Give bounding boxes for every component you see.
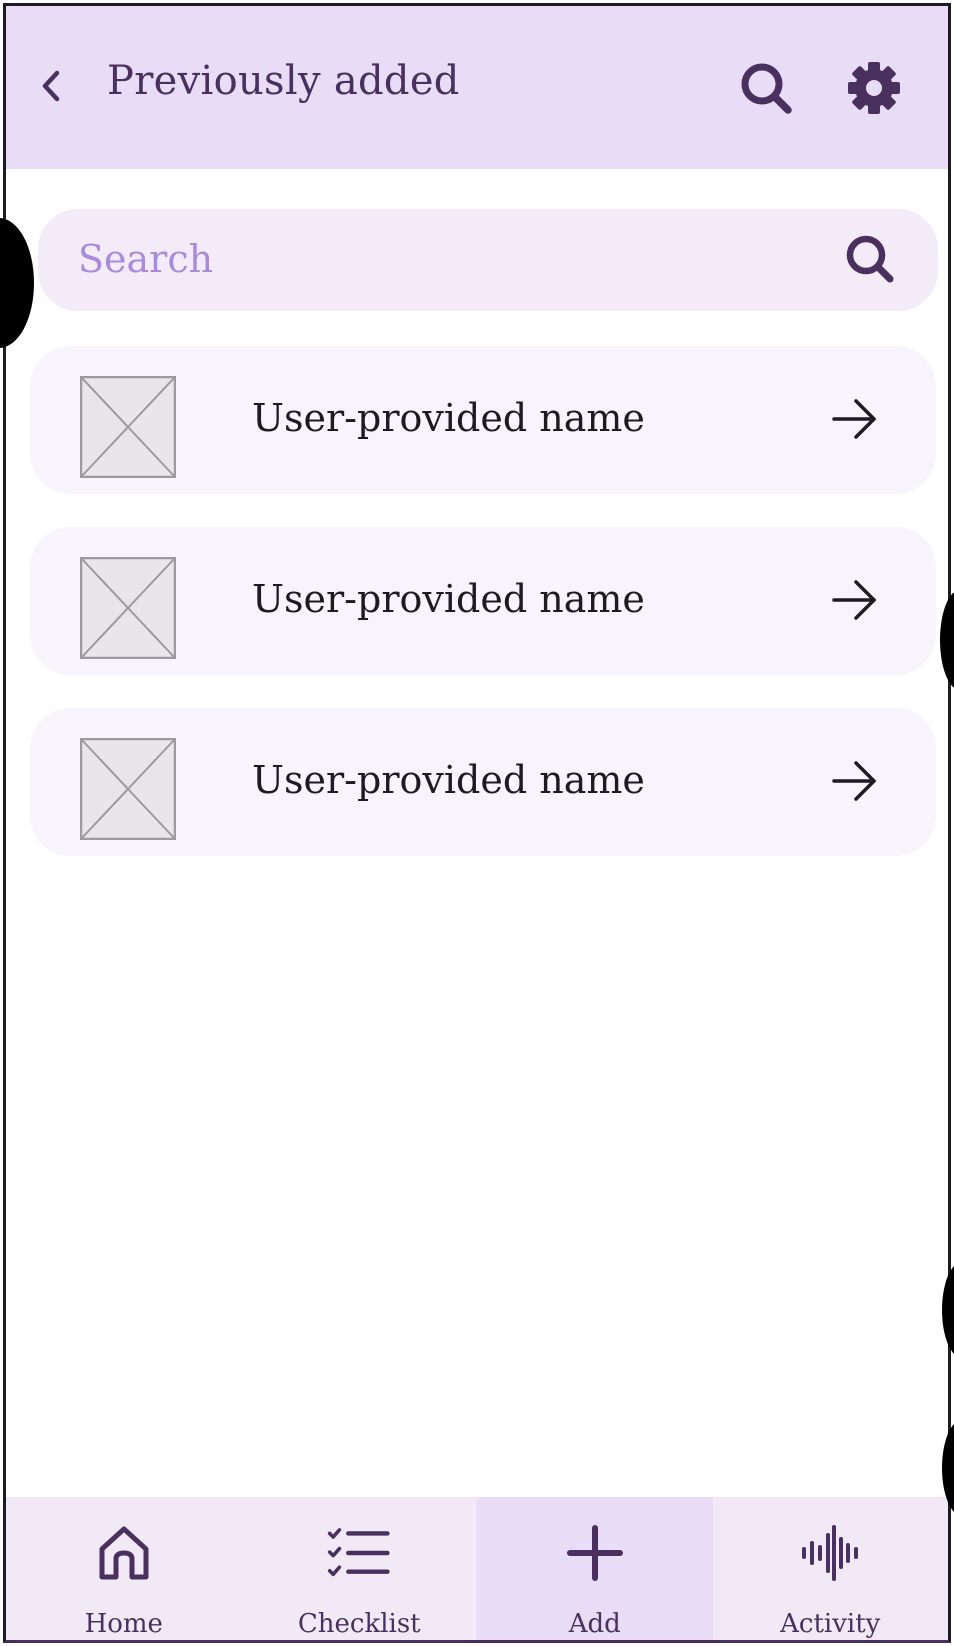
image-placeholder-icon xyxy=(80,738,176,840)
arrow-right-icon xyxy=(832,580,876,620)
app-bar: Previously added xyxy=(6,6,948,169)
chevron-left-icon xyxy=(42,70,60,102)
gear-icon xyxy=(848,62,900,114)
arrow-right-icon xyxy=(832,761,876,801)
image-placeholder-icon xyxy=(80,557,176,659)
back-button[interactable] xyxy=(28,62,76,110)
nav-item-home[interactable]: Home xyxy=(6,1497,242,1640)
image-placeholder-icon xyxy=(80,376,176,478)
list-item[interactable]: User-provided name xyxy=(30,708,936,856)
settings-button[interactable] xyxy=(842,56,906,120)
plus-icon xyxy=(566,1525,623,1581)
nav-label: Add xyxy=(568,1609,621,1639)
page-title: Previously added xyxy=(107,58,460,104)
list-item[interactable]: User-provided name xyxy=(30,346,936,494)
arrow-right-icon xyxy=(832,399,876,439)
audio-wave-icon xyxy=(802,1525,859,1581)
search-icon xyxy=(741,63,792,114)
search-bar[interactable] xyxy=(38,209,938,311)
nav-label: Home xyxy=(84,1609,163,1639)
search-icon xyxy=(846,235,894,283)
nav-item-checklist[interactable]: Checklist xyxy=(242,1497,478,1640)
previously-added-list: User-provided name User-provided name Us… xyxy=(30,346,938,889)
list-item[interactable]: User-provided name xyxy=(30,527,936,675)
item-name: User-provided name xyxy=(252,396,645,440)
header-search-button[interactable] xyxy=(736,58,798,120)
item-name: User-provided name xyxy=(252,758,645,802)
nav-item-activity[interactable]: Activity xyxy=(713,1497,949,1640)
bottom-navigation: Home Checklist Add Activity xyxy=(6,1497,949,1640)
search-input[interactable] xyxy=(78,229,778,289)
checklist-icon xyxy=(328,1528,390,1577)
home-icon xyxy=(99,1526,149,1580)
search-submit-button[interactable] xyxy=(842,231,900,289)
phone-frame: Previously added Search User-provided na… xyxy=(3,3,951,1643)
item-name: User-provided name xyxy=(252,577,645,621)
nav-label: Checklist xyxy=(297,1609,421,1639)
nav-label: Activity xyxy=(780,1609,881,1639)
nav-item-add[interactable]: Add xyxy=(477,1497,713,1640)
